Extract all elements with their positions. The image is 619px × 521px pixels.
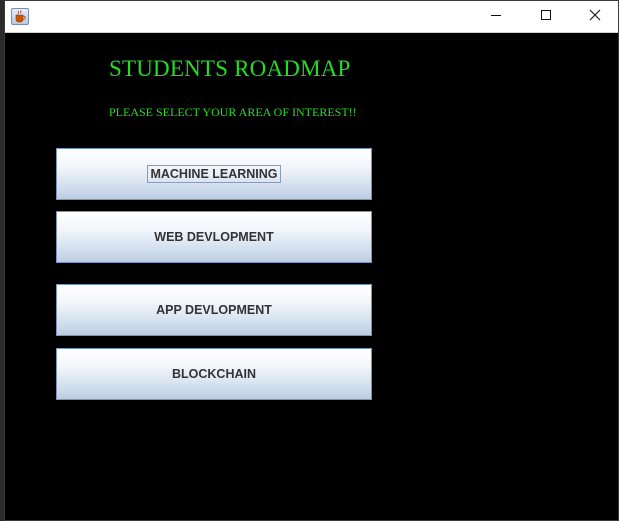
page-subtitle: PLEASE SELECT YOUR AREA OF INTEREST!! — [109, 105, 357, 119]
web-development-button[interactable]: WEB DEVLOPMENT — [56, 211, 372, 263]
minimize-button[interactable] — [473, 1, 519, 33]
minimize-icon — [490, 8, 502, 26]
blockchain-label: BLOCKCHAIN — [171, 367, 257, 381]
close-button[interactable] — [572, 1, 618, 33]
close-icon — [589, 8, 601, 26]
maximize-button[interactable] — [523, 1, 569, 33]
page-title: STUDENTS ROADMAP — [109, 56, 351, 81]
blockchain-button[interactable]: BLOCKCHAIN — [56, 348, 372, 400]
web-development-label: WEB DEVLOPMENT — [154, 230, 274, 244]
title-bar[interactable] — [5, 1, 618, 33]
app-window: STUDENTS ROADMAP PLEASE SELECT YOUR AREA… — [4, 0, 619, 521]
machine-learning-label: MACHINE LEARNING — [147, 165, 281, 183]
app-development-button[interactable]: APP DEVLOPMENT — [56, 284, 372, 336]
java-cup-icon — [11, 8, 29, 25]
main-panel: STUDENTS ROADMAP PLEASE SELECT YOUR AREA… — [5, 33, 618, 520]
maximize-icon — [540, 8, 552, 26]
machine-learning-button[interactable]: MACHINE LEARNING — [56, 148, 372, 200]
app-development-label: APP DEVLOPMENT — [156, 303, 272, 317]
